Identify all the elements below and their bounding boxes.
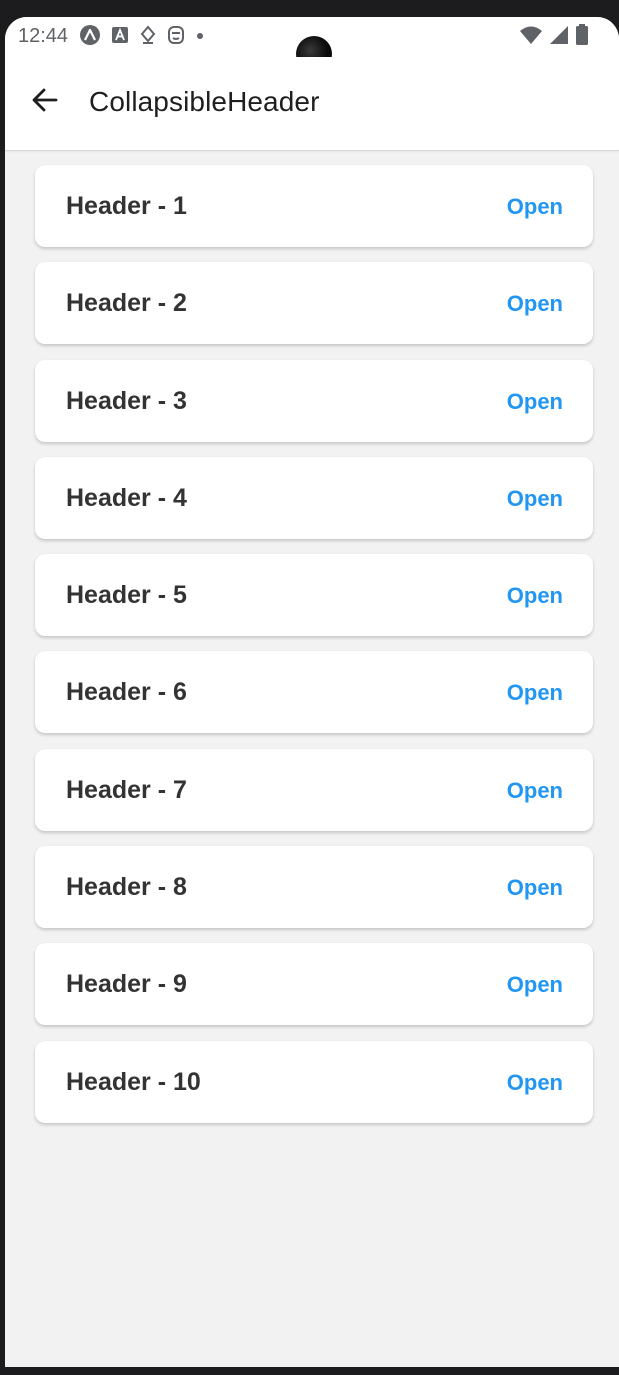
cell-signal-icon xyxy=(549,25,569,50)
open-button[interactable]: Open xyxy=(507,680,563,706)
list-item[interactable]: Header - 6 Open xyxy=(35,651,593,734)
open-button[interactable]: Open xyxy=(507,875,563,901)
list-item-title: Header - 10 xyxy=(66,1067,201,1096)
list-item[interactable]: Header - 8 Open xyxy=(35,846,593,929)
list-item[interactable]: Header - 5 Open xyxy=(35,554,593,637)
status-icons-left xyxy=(79,24,205,51)
open-button[interactable]: Open xyxy=(507,972,563,998)
list-item[interactable]: Header - 2 Open xyxy=(35,262,593,345)
list-item-title: Header - 9 xyxy=(66,970,187,999)
location-diamond-icon xyxy=(139,24,157,50)
list-item-title: Header - 4 xyxy=(66,483,187,512)
list-item-title: Header - 8 xyxy=(66,873,187,902)
battery-icon xyxy=(575,23,589,51)
list-item-title: Header - 3 xyxy=(66,386,187,415)
app-bar: CollapsibleHeader xyxy=(5,57,619,151)
open-button[interactable]: Open xyxy=(507,486,563,512)
open-button[interactable]: Open xyxy=(507,583,563,609)
app-icon xyxy=(79,24,101,51)
status-time: 12:44 xyxy=(18,25,69,47)
list-item-title: Header - 5 xyxy=(66,581,187,610)
list-item-title: Header - 6 xyxy=(66,678,187,707)
open-button[interactable]: Open xyxy=(507,194,563,220)
back-button[interactable] xyxy=(25,82,65,122)
open-button[interactable]: Open xyxy=(507,1070,563,1096)
page-title: CollapsibleHeader xyxy=(89,86,320,117)
status-icons-right xyxy=(519,23,589,51)
list-item-title: Header - 1 xyxy=(66,192,187,220)
list-item[interactable]: Header - 4 Open xyxy=(35,456,593,539)
list-item-title: Header - 7 xyxy=(66,775,187,804)
a-box-icon xyxy=(111,26,129,49)
header-list: Header - 1 Open Header - 2 Open Header - 3 Op… xyxy=(35,165,593,1138)
open-button[interactable]: Open xyxy=(507,778,563,804)
list-item[interactable]: Header - 9 Open xyxy=(35,943,593,1026)
wifi-icon xyxy=(519,25,543,50)
open-button[interactable]: Open xyxy=(507,291,563,317)
bottom-frame xyxy=(0,1367,619,1375)
open-button[interactable]: Open xyxy=(507,389,563,415)
list-item[interactable]: Header - 1 Open xyxy=(35,165,593,247)
list-item[interactable]: Header - 7 Open xyxy=(35,748,593,831)
device-screen: 12:44 CollapsibleHeader Header - 1 Open … xyxy=(5,17,619,1367)
arrow-left-icon xyxy=(31,86,59,119)
face-icon xyxy=(167,25,185,50)
list-item-title: Header - 2 xyxy=(66,289,187,318)
dot-icon xyxy=(195,28,205,46)
list-item[interactable]: Header - 3 Open xyxy=(35,359,593,442)
list-item[interactable]: Header - 10 Open xyxy=(35,1040,593,1123)
